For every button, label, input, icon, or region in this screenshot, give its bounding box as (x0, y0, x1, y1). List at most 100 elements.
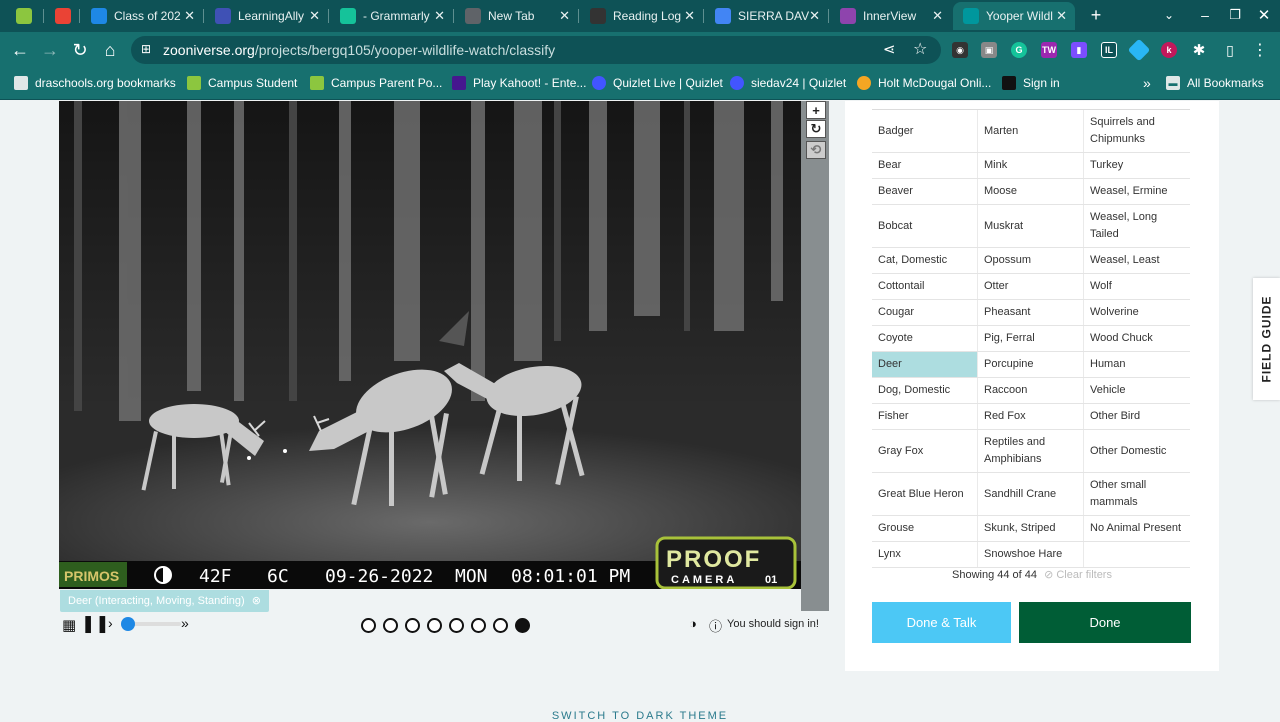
species-choice[interactable]: Bobcat (872, 205, 978, 247)
species-choice[interactable]: Badger (872, 110, 978, 152)
bookmark-star-icon[interactable]: ☆ (913, 39, 927, 59)
frame-dot-6[interactable] (471, 618, 486, 633)
new-tab-button[interactable]: + (1084, 3, 1108, 27)
bookmark-6[interactable]: Holt McDougal Onli... (857, 68, 991, 98)
tab-4[interactable]: - Grammarly ✕ (330, 2, 453, 30)
share-icon[interactable]: ⋖ (883, 40, 896, 58)
invert-icon[interactable]: ◑ (689, 616, 697, 631)
tab-close-icon[interactable]: ✕ (932, 8, 943, 24)
bookmark-5[interactable]: siedav24 | Quizlet (730, 68, 846, 98)
frame-dot-1[interactable] (361, 618, 376, 633)
species-choice[interactable]: Snowshoe Hare (978, 542, 1084, 567)
frame-dot-8[interactable] (515, 618, 530, 633)
species-choice[interactable]: Lynx (872, 542, 978, 567)
info-icon[interactable]: ⓘ (709, 616, 722, 635)
species-choice[interactable]: Cottontail (872, 274, 978, 299)
extension-il-icon[interactable]: IL (1101, 42, 1117, 58)
species-choice[interactable]: Reptiles and Amphibians (978, 430, 1084, 472)
species-choice[interactable]: Coyote (872, 326, 978, 351)
grammarly-extension-icon[interactable]: G (1011, 42, 1027, 58)
species-choice[interactable]: Vehicle (1084, 378, 1190, 403)
tab-7[interactable]: SIERRA DAV ✕ (705, 2, 828, 30)
address-bar[interactable]: ⊞ zooniverse.org/projects/bergq105/yoope… (131, 36, 941, 64)
species-choice[interactable]: Cougar (872, 300, 978, 325)
species-choice[interactable]: Raccoon (978, 378, 1084, 403)
speed-slider[interactable] (121, 617, 181, 631)
species-choice[interactable]: Cat, Domestic (872, 248, 978, 273)
species-choice[interactable]: Opossum (978, 248, 1084, 273)
species-choice[interactable]: Mink (978, 153, 1084, 178)
species-choice[interactable]: Sandhill Crane (978, 473, 1084, 515)
tab-2[interactable]: Class of 202 ✕ (81, 2, 203, 30)
species-choice[interactable]: Skunk, Striped (978, 516, 1084, 541)
species-choice[interactable]: Turkey (1084, 153, 1190, 178)
frame-dot-4[interactable] (427, 618, 442, 633)
clear-filters-button[interactable]: ⊘ Clear filters (1044, 569, 1112, 581)
species-choice[interactable]: Other Domestic (1084, 430, 1190, 472)
bookmark-1[interactable]: Campus Student (187, 68, 297, 98)
species-choice[interactable]: Weasel, Least (1084, 248, 1190, 273)
forward-icon[interactable]: → (38, 38, 62, 62)
tab-close-icon[interactable]: ✕ (684, 8, 695, 24)
species-choice[interactable]: Human (1084, 352, 1190, 377)
site-info-icon[interactable]: ⊞ (141, 42, 151, 56)
step-back-icon[interactable]: › (108, 615, 113, 631)
tab-5[interactable]: New Tab ✕ (455, 2, 578, 30)
tab-8[interactable]: InnerView ✕ (830, 2, 951, 30)
species-choice[interactable]: Weasel, Ermine (1084, 179, 1190, 204)
bookmark-3[interactable]: Play Kahoot! - Ente... (452, 68, 586, 98)
done-button[interactable]: Done (1019, 602, 1191, 643)
extension-4-icon[interactable]: TW (1041, 42, 1057, 58)
extension-7-icon[interactable] (1127, 38, 1151, 62)
tag-close-icon[interactable]: ⊗ (252, 595, 261, 607)
speed-slider-thumb[interactable] (121, 617, 135, 631)
species-choice[interactable]: Wolf (1084, 274, 1190, 299)
bookmark-4[interactable]: Quizlet Live | Quizlet (592, 68, 723, 98)
species-choice[interactable]: Wolverine (1084, 300, 1190, 325)
pause-icon[interactable]: ❚❚ (81, 614, 110, 634)
grid-view-icon[interactable]: ▦ (62, 616, 76, 634)
done-and-talk-button[interactable]: Done & Talk (872, 602, 1011, 643)
bookmark-0[interactable]: draschools.org bookmarks (14, 68, 176, 98)
image-scrollbar[interactable] (801, 101, 829, 611)
all-bookmarks-button[interactable]: ▬ All Bookmarks (1166, 68, 1264, 98)
side-panel-icon[interactable]: ▯ (1218, 38, 1242, 62)
tab-0[interactable] (6, 2, 42, 30)
tab-close-icon[interactable]: ✕ (1056, 8, 1067, 24)
step-forward-icon[interactable]: » (181, 615, 189, 631)
frame-dot-5[interactable] (449, 618, 464, 633)
species-choice[interactable]: Weasel, Long Tailed (1084, 205, 1190, 247)
species-choice[interactable]: Bear (872, 153, 978, 178)
tab-close-icon[interactable]: ✕ (309, 8, 320, 24)
extension-5-icon[interactable]: ▮ (1071, 42, 1087, 58)
species-choice[interactable]: Pheasant (978, 300, 1084, 325)
species-choice[interactable]: No Animal Present (1084, 516, 1190, 541)
species-choice[interactable]: Wood Chuck (1084, 326, 1190, 351)
species-choice[interactable]: Otter (978, 274, 1084, 299)
home-icon[interactable]: ⌂ (98, 38, 122, 62)
tab-close-icon[interactable]: ✕ (434, 8, 445, 24)
extensions-puzzle-icon[interactable]: ✱ (1187, 38, 1211, 62)
menu-kebab-icon[interactable]: ⋮ (1248, 38, 1272, 62)
bookmark-7[interactable]: Sign in (1002, 68, 1060, 98)
tab-close-icon[interactable]: ✕ (809, 8, 820, 24)
minimize-icon[interactable]: – (1193, 3, 1217, 27)
tab-9[interactable]: Yooper Wildl ✕ (953, 2, 1075, 30)
back-icon[interactable]: ← (8, 38, 32, 62)
bookmark-2[interactable]: Campus Parent Po... (310, 68, 442, 98)
dark-theme-toggle[interactable]: SWITCH TO DARK THEME (0, 710, 1280, 722)
species-choice[interactable]: Red Fox (978, 404, 1084, 429)
restore-icon[interactable]: ❐ (1223, 3, 1247, 27)
rotate-button[interactable]: ↻ (806, 120, 826, 138)
species-choice[interactable]: Porcupine (978, 352, 1084, 377)
tab-3[interactable]: LearningAlly ✕ (205, 2, 328, 30)
species-choice[interactable]: Beaver (872, 179, 978, 204)
species-choice[interactable]: Other small mammals (1084, 473, 1190, 515)
extension-2-icon[interactable]: ▣ (981, 42, 997, 58)
species-choice[interactable]: Moose (978, 179, 1084, 204)
subject-image[interactable]: PRIMOS 42F 6C 09-26-2022 MON 08:01:01 PM… (59, 101, 801, 589)
tab-close-icon[interactable]: ✕ (559, 8, 570, 24)
species-choice[interactable]: Other Bird (1084, 404, 1190, 429)
tab-close-icon[interactable]: ✕ (184, 8, 195, 24)
species-choice[interactable]: Marten (978, 110, 1084, 152)
